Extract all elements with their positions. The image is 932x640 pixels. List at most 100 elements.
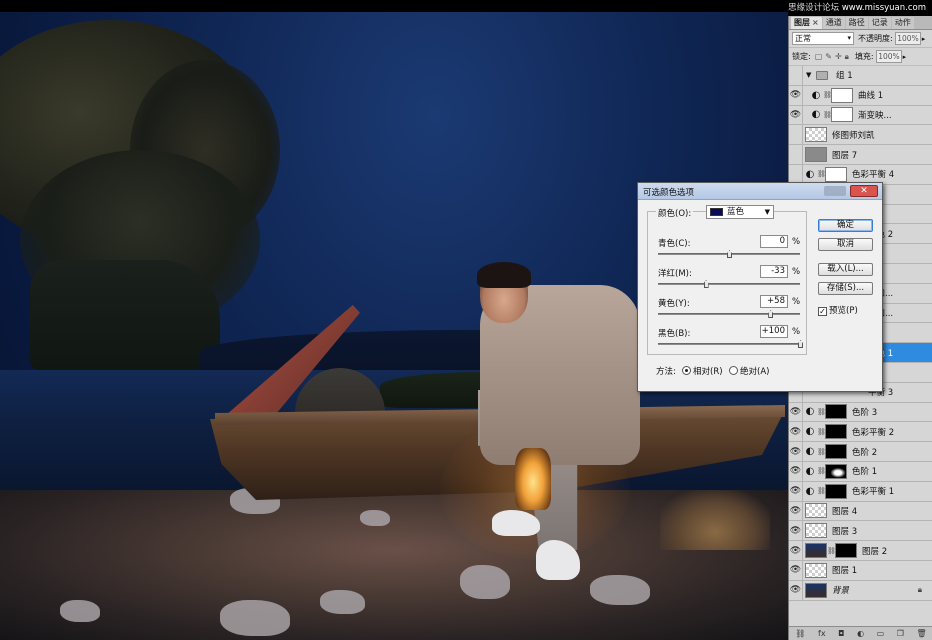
layer-thumbnail[interactable] [805, 562, 827, 578]
visibility-eye-icon[interactable]: 👁︎ [789, 402, 803, 422]
lock-transparent-icon[interactable]: ▢ [815, 52, 823, 62]
layer-thumbnail[interactable] [805, 543, 827, 559]
visibility-eye-icon[interactable]: 👁︎ [789, 541, 803, 561]
mask-link-icon[interactable]: ⛓ [817, 467, 826, 475]
layer-mask-thumbnail[interactable] [825, 483, 847, 499]
layer-row[interactable]: 👁︎▼ 组 1 [789, 65, 932, 86]
visibility-eye-icon[interactable]: 👁︎ [789, 105, 803, 125]
layer-mask-thumbnail[interactable] [831, 87, 853, 103]
new-adjustment-icon[interactable]: ◐ [857, 629, 864, 638]
layer-row[interactable]: 👁︎ 图层 4 [789, 501, 932, 522]
layer-row[interactable]: 👁︎ 图层 3 [789, 521, 932, 542]
slider-track[interactable] [658, 343, 800, 345]
layer-mask-thumbnail[interactable] [825, 404, 847, 420]
visibility-eye-icon[interactable]: 👁︎ [789, 521, 803, 541]
slider-value-input[interactable]: 0 [760, 235, 788, 248]
layer-row[interactable]: 👁︎ ◐ ⛓ 曲线 1 [789, 85, 932, 106]
mask-link-icon[interactable]: ⛓ [817, 170, 826, 178]
fill-arrow-icon[interactable]: ▸ [903, 53, 907, 61]
lock-move-icon[interactable]: ✛ [835, 52, 842, 62]
layer-row[interactable]: 👁︎ ◐ ⛓ 色彩平衡 1 [789, 481, 932, 502]
link-layers-icon[interactable]: ⛓ [795, 629, 805, 638]
blend-mode-select[interactable]: 正常 [792, 32, 854, 45]
visibility-eye-icon[interactable]: 👁︎ [789, 422, 803, 442]
visibility-eye-icon[interactable]: 👁︎ [789, 501, 803, 521]
layer-row[interactable]: 👁︎ ⛓ 图层 2 [789, 541, 932, 561]
method-relative-radio[interactable]: 相对(R) [682, 365, 723, 377]
mask-link-icon[interactable]: ⛓ [827, 547, 836, 555]
slider-thumb[interactable] [768, 310, 774, 318]
layer-thumbnail[interactable] [805, 582, 827, 598]
ok-button[interactable]: 确定 [818, 219, 873, 232]
load-button[interactable]: 载入(L)... [818, 263, 873, 276]
new-layer-icon[interactable]: ❐ [897, 629, 904, 638]
color-select[interactable]: 蓝色 ▼ [706, 205, 774, 219]
layer-mask-thumbnail[interactable] [835, 543, 857, 559]
visibility-eye-icon[interactable]: 👁︎ [789, 65, 803, 85]
layer-row[interactable]: 👁︎ ◐ ⛓ 色阶 2 [789, 442, 932, 462]
layer-thumbnail[interactable] [805, 523, 827, 539]
preview-checkbox[interactable]: ✓ 预览(P) [818, 304, 858, 316]
method-absolute-radio[interactable]: 绝对(A) [729, 365, 769, 377]
layer-mask-thumbnail[interactable] [825, 444, 847, 460]
visibility-eye-icon[interactable]: 👁︎ [789, 461, 803, 481]
slider-track[interactable] [658, 313, 800, 315]
close-icon[interactable]: × [812, 18, 819, 27]
save-button[interactable]: 存储(S)... [818, 282, 873, 295]
visibility-eye-icon[interactable]: 👁︎ [789, 481, 803, 501]
layer-row[interactable]: 👁︎ ◐ ⛓ 色彩平衡 2 [789, 422, 932, 443]
slider-thumb[interactable] [703, 280, 709, 288]
mask-link-icon[interactable]: ⛓ [817, 448, 826, 456]
slider-thumb[interactable] [798, 340, 803, 348]
tab-layers-panel[interactable]: 路径 [845, 17, 868, 29]
layer-thumbnail[interactable] [805, 147, 827, 163]
layer-row[interactable]: 👁︎ 修图师刘凯 [789, 125, 932, 146]
new-group-icon[interactable]: ▭ [877, 629, 885, 638]
opacity-arrow-icon[interactable]: ▸ [922, 35, 926, 43]
watermark-site-url: www.missyuan.com [841, 3, 926, 13]
mask-link-icon[interactable]: ⛓ [823, 111, 832, 119]
slider-value-input[interactable]: -33 [760, 265, 788, 278]
layer-mask-thumbnail[interactable] [825, 166, 847, 182]
slider-track[interactable] [658, 283, 800, 285]
layer-mask-thumbnail[interactable] [825, 463, 847, 479]
layer-row[interactable]: 👁︎ 图层 7 [789, 145, 932, 165]
layer-row[interactable]: 👁︎ ◐ ⛓ 色阶 1 [789, 461, 932, 482]
tab-layers-panel[interactable]: 图层 × [791, 17, 822, 29]
layer-row[interactable]: 👁︎ 背景 🔒︎ [789, 580, 932, 601]
mask-link-icon[interactable]: ⛓ [823, 91, 832, 99]
cancel-button[interactable]: 取消 [818, 238, 873, 251]
dialog-close-button[interactable]: ✕ [850, 185, 878, 197]
slider-thumb[interactable] [727, 250, 732, 258]
slider-value-input[interactable]: +100 [760, 325, 788, 338]
visibility-eye-icon[interactable]: 👁︎ [789, 580, 803, 600]
lock-all-icon[interactable]: 🔒︎ [845, 52, 849, 62]
layer-thumbnail[interactable] [805, 127, 827, 143]
layer-row[interactable]: 👁︎ 图层 1 [789, 560, 932, 581]
dialog-titlebar[interactable]: 可选颜色选项 ✕ [638, 183, 882, 200]
opacity-input[interactable]: 100% [894, 32, 921, 45]
add-mask-icon[interactable]: ◘ [838, 629, 844, 638]
visibility-eye-icon[interactable]: 👁︎ [789, 442, 803, 462]
visibility-eye-icon[interactable]: 👁︎ [789, 125, 803, 145]
tab-layers-panel[interactable]: 通道 [822, 17, 845, 29]
layer-mask-thumbnail[interactable] [825, 424, 847, 440]
visibility-eye-icon[interactable]: 👁︎ [789, 85, 803, 105]
delete-layer-icon[interactable]: 🗑︎ [917, 629, 927, 638]
lock-paint-icon[interactable]: ✎ [825, 52, 832, 62]
tab-layers-panel[interactable]: 动作 [891, 17, 914, 29]
layer-thumbnail[interactable] [805, 503, 827, 519]
mask-link-icon[interactable]: ⛓ [817, 487, 826, 495]
visibility-eye-icon[interactable]: 👁︎ [789, 145, 803, 165]
mask-link-icon[interactable]: ⛓ [817, 408, 826, 416]
fill-input[interactable]: 100% [875, 50, 902, 63]
layer-row[interactable]: 👁︎ ◐ ⛓ 渐变映... [789, 105, 932, 126]
layer-mask-thumbnail[interactable] [831, 107, 853, 123]
slider-value-input[interactable]: +58 [760, 295, 788, 308]
layer-style-icon[interactable]: fx [818, 629, 826, 638]
visibility-eye-icon[interactable]: 👁︎ [789, 560, 803, 580]
mask-link-icon[interactable]: ⛓ [817, 428, 826, 436]
layer-row[interactable]: 👁︎ ◐ ⛓ 色阶 3 [789, 402, 932, 423]
group-expand-icon[interactable]: ▼ [806, 71, 814, 79]
tab-layers-panel[interactable]: 记录 [868, 17, 891, 29]
